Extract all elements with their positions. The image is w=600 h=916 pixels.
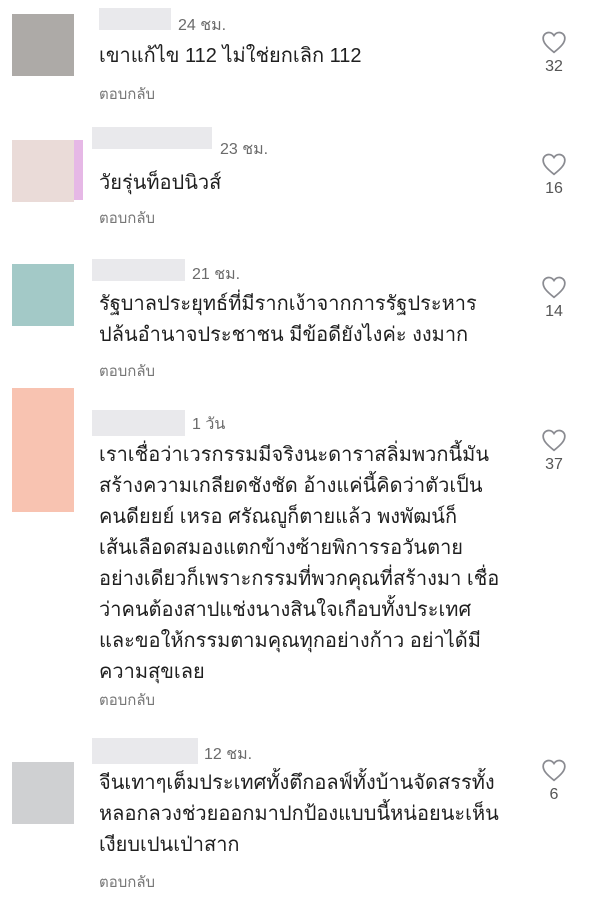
reply-button[interactable]: ตอบกลับ <box>99 359 155 383</box>
comment-line: เราเชื่อว่าเวรกรรมมีจริงนะดาราสลิ่มพวกนี… <box>99 444 489 466</box>
comment-line: ความสุขเลย <box>99 661 205 683</box>
heart-icon <box>542 153 566 176</box>
comment-line: เขาแก้ไข 112 ไม่ใช่ยกเลิก 112 <box>99 45 362 67</box>
comment-line: สร้างความเกลียดชังชัด อ้างแค่นี้คิดว่าตั… <box>99 475 483 497</box>
comment-line: ปล้นอำนาจประชาชน มีข้อดียังไงค่ะ งงมาก <box>99 324 469 346</box>
like-count: 14 <box>545 303 563 320</box>
heart-icon <box>542 429 566 452</box>
avatar[interactable] <box>12 388 74 512</box>
comment-line: หลอกลวงช่วยออกมาปกป้องแบบนี้หน่อยนะเห็น <box>99 803 499 825</box>
comment-line: คนดียยย์ เหรอ ศรัณญูก็ตายแล้ว พงพัฒน์ก็ <box>99 506 458 528</box>
like-button[interactable]: 37 <box>534 428 574 474</box>
comment-time: 23 ชม. <box>220 141 269 158</box>
reply-button[interactable]: ตอบกลับ <box>99 870 155 894</box>
username-redacted[interactable] <box>99 8 171 30</box>
avatar[interactable] <box>12 14 74 76</box>
comment-line: จีนเทาๆเต็มประเทศทั้งตึกอลฟ์ทั้งบ้านจัดส… <box>99 772 495 794</box>
comment-line: เส้นเลือดสมองแตกข้างซ้ายพิการรอวันตาย <box>99 537 464 559</box>
comment-text: เขาแก้ไข 112 ไม่ใช่ยกเลิก 112 <box>99 41 529 72</box>
reply-button[interactable]: ตอบกลับ <box>99 82 155 106</box>
username-redacted[interactable] <box>92 259 185 281</box>
like-button[interactable]: 14 <box>534 275 574 321</box>
comment-line: วัยรุ่นท็อปนิวส์ <box>99 172 222 194</box>
comment-text: วัยรุ่นท็อปนิวส์ <box>99 168 529 199</box>
avatar[interactable] <box>12 762 74 824</box>
avatar-edge <box>74 140 83 200</box>
comment-text: รัฐบาลประยุทธ์ที่มีรากเง้าจากการรัฐประหา… <box>99 289 529 351</box>
like-count: 6 <box>549 786 559 803</box>
username-redacted[interactable] <box>92 738 198 764</box>
heart-icon <box>542 759 566 782</box>
comment-text: จีนเทาๆเต็มประเทศทั้งตึกอลฟ์ทั้งบ้านจัดส… <box>99 768 529 861</box>
comment-time: 12 ชม. <box>204 746 253 763</box>
username-redacted[interactable] <box>92 127 212 149</box>
comment-line: เงียบเปนเป่าสาก <box>99 834 240 856</box>
username-redacted[interactable] <box>92 410 185 436</box>
heart-icon <box>542 31 566 54</box>
avatar[interactable] <box>12 140 74 202</box>
like-button[interactable]: 32 <box>534 30 574 76</box>
like-button[interactable]: 6 <box>534 758 574 804</box>
heart-icon <box>542 276 566 299</box>
comment-time: 1 วัน <box>192 416 226 433</box>
like-count: 37 <box>545 456 563 473</box>
avatar[interactable] <box>12 264 74 326</box>
like-button[interactable]: 16 <box>534 152 574 198</box>
comment-line: รัฐบาลประยุทธ์ที่มีรากเง้าจากการรัฐประหา… <box>99 293 477 315</box>
comment-time: 21 ชม. <box>192 266 241 283</box>
comment-line: อย่างเดียวก็เพราะกรรมที่พวกคุณที่สร้างมา… <box>99 568 500 590</box>
reply-button[interactable]: ตอบกลับ <box>99 688 155 712</box>
comment-line: และขอให้กรรมตามคุณทุกอย่างก้าว อย่าได้มี <box>99 630 481 652</box>
like-count: 32 <box>545 58 563 75</box>
comment-line: ว่าคนต้องสาปแช่งนางสินใจเกือบทั้งประเทศ <box>99 599 472 621</box>
reply-button[interactable]: ตอบกลับ <box>99 206 155 230</box>
comment-text: เราเชื่อว่าเวรกรรมมีจริงนะดาราสลิ่มพวกนี… <box>99 440 529 688</box>
comment-time: 24 ชม. <box>178 17 227 34</box>
like-count: 16 <box>545 180 563 197</box>
